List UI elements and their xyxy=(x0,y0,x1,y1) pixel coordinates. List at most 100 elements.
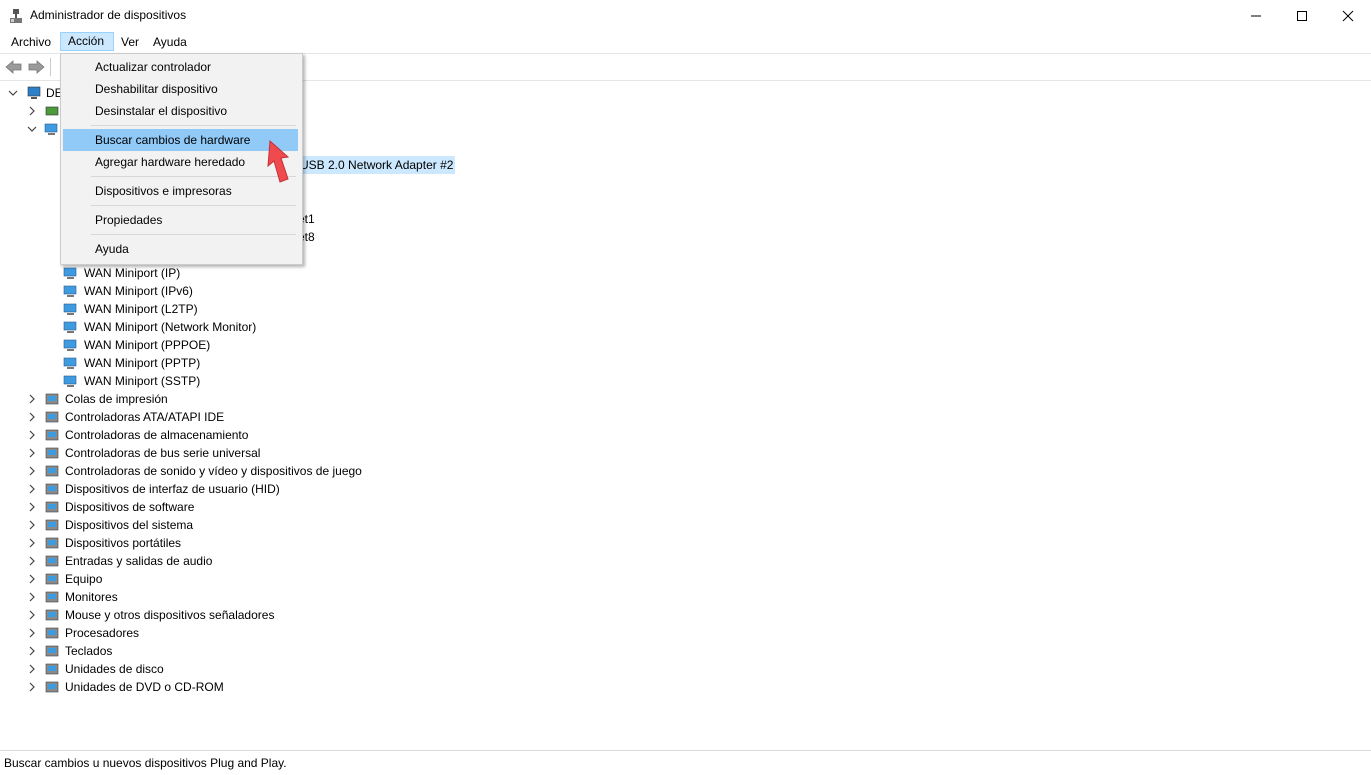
network-adapter-icon xyxy=(63,357,77,369)
tree-row-label: Mouse y otros dispositivos señaladores xyxy=(65,608,275,622)
chevron-right-icon[interactable] xyxy=(27,682,37,692)
tree-row-label: Teclados xyxy=(65,644,113,658)
menu-separator xyxy=(91,234,296,235)
menu-archivo[interactable]: Archivo xyxy=(4,33,58,52)
keyboard-icon xyxy=(45,645,59,657)
chevron-right-icon[interactable] xyxy=(27,610,37,620)
tree-row-label: Dispositivos del sistema xyxy=(65,518,194,532)
tree-row-label: Monitores xyxy=(65,590,118,604)
chevron-right-icon[interactable] xyxy=(27,106,37,116)
chevron-down-icon[interactable] xyxy=(8,88,18,98)
menu-accion[interactable]: Acción xyxy=(60,32,114,51)
menu-ayuda[interactable]: Ayuda xyxy=(146,33,194,52)
tree-row-label: WAN Miniport (IPv6) xyxy=(84,284,193,298)
tree-row-label: Dispositivos de software xyxy=(65,500,195,514)
audio-io-icon xyxy=(45,555,59,567)
status-bar: Buscar cambios u nuevos dispositivos Plu… xyxy=(0,750,1371,775)
chevron-right-icon[interactable] xyxy=(27,412,37,422)
maximize-button[interactable] xyxy=(1279,0,1325,31)
network-adapter-icon xyxy=(63,339,77,351)
menu-item-update-driver[interactable]: Actualizar controlador xyxy=(63,56,298,78)
menu-ver[interactable]: Ver xyxy=(114,33,146,52)
selected-device-label: USB 2.0 Network Adapter #2 xyxy=(298,156,456,174)
printer-icon xyxy=(45,393,59,405)
network-adapter-icon xyxy=(44,123,58,135)
chevron-right-icon[interactable] xyxy=(27,664,37,674)
tree-row-label: Controladoras de almacenamiento xyxy=(65,428,249,442)
forward-arrow-icon[interactable] xyxy=(26,58,46,76)
tree-row-label: Dispositivos de interfaz de usuario (HID… xyxy=(65,482,280,496)
dvd-drive-icon xyxy=(45,681,59,693)
window-title: Administrador de dispositivos xyxy=(30,8,187,22)
tree-row-label: Controladoras ATA/ATAPI IDE xyxy=(65,410,225,424)
close-button[interactable] xyxy=(1325,0,1371,31)
tree-row-label: Procesadores xyxy=(65,626,140,640)
device-manager-icon xyxy=(10,9,22,23)
chevron-right-icon[interactable] xyxy=(27,628,37,638)
menu-bar: Archivo Acción Ver Ayuda xyxy=(0,31,1371,53)
back-arrow-icon[interactable] xyxy=(4,58,24,76)
chevron-right-icon[interactable] xyxy=(27,484,37,494)
chevron-right-icon[interactable] xyxy=(27,574,37,584)
speaker-icon xyxy=(45,465,59,477)
system-device-icon xyxy=(45,519,59,531)
chevron-right-icon[interactable] xyxy=(27,430,37,440)
tree-row-label: Unidades de disco xyxy=(65,662,164,676)
ide-controller-icon xyxy=(45,411,59,423)
tree-row-label: WAN Miniport (SSTP) xyxy=(84,374,201,388)
computer-icon xyxy=(27,86,41,99)
tree-row-label: WAN Miniport (Network Monitor) xyxy=(84,320,257,334)
minimize-icon xyxy=(1251,15,1261,16)
software-device-icon xyxy=(45,501,59,513)
network-adapter-icon xyxy=(63,303,77,315)
network-adapter-icon xyxy=(63,375,77,387)
close-icon xyxy=(1342,10,1354,21)
minimize-button[interactable] xyxy=(1233,0,1279,31)
title-bar: Administrador de dispositivos xyxy=(0,0,1371,31)
monitor-icon xyxy=(45,591,59,603)
chevron-right-icon[interactable] xyxy=(27,466,37,476)
chevron-right-icon[interactable] xyxy=(27,520,37,530)
tree-row-label: Unidades de DVD o CD-ROM xyxy=(65,680,224,694)
tree-row-label: Controladoras de bus serie universal xyxy=(65,446,261,460)
tree-row-label: Dispositivos portátiles xyxy=(65,536,182,550)
network-adapter-icon xyxy=(63,285,77,297)
chevron-right-icon[interactable] xyxy=(27,646,37,656)
menu-separator xyxy=(91,205,296,206)
chevron-right-icon[interactable] xyxy=(27,556,37,566)
chevron-right-icon[interactable] xyxy=(27,502,37,512)
chevron-right-icon[interactable] xyxy=(27,394,37,404)
disk-drive-icon xyxy=(45,663,59,675)
chevron-right-icon[interactable] xyxy=(27,448,37,458)
menu-item-properties[interactable]: Propiedades xyxy=(63,209,298,231)
hid-icon xyxy=(45,483,59,495)
chevron-down-icon[interactable] xyxy=(27,124,37,134)
storage-controller-icon xyxy=(45,429,59,441)
menu-item-help[interactable]: Ayuda xyxy=(63,238,298,260)
tree-row-label: Controladoras de sonido y vídeo y dispos… xyxy=(65,464,362,478)
mouse-icon xyxy=(45,609,59,621)
tree-row-label: Equipo xyxy=(65,572,103,586)
menu-item-uninstall-device[interactable]: Desinstalar el dispositivo xyxy=(63,100,298,122)
network-adapter-icon xyxy=(63,267,77,279)
tree-row-label: WAN Miniport (PPTP) xyxy=(84,356,201,370)
battery-icon xyxy=(45,106,59,116)
tree-row-label: Entradas y salidas de audio xyxy=(65,554,213,568)
tree-row-label: WAN Miniport (L2TP) xyxy=(84,302,198,316)
chevron-right-icon[interactable] xyxy=(27,592,37,602)
usb-icon xyxy=(45,447,59,459)
processor-icon xyxy=(45,627,59,639)
maximize-icon xyxy=(1297,10,1307,21)
tree-row-label: WAN Miniport (IP) xyxy=(84,266,181,280)
toolbar-separator xyxy=(50,58,51,76)
tree-row-label: Colas de impresión xyxy=(65,392,168,406)
portable-device-icon xyxy=(45,537,59,549)
menu-separator xyxy=(91,125,296,126)
computer-icon xyxy=(45,573,59,585)
menu-item-disable-device[interactable]: Deshabilitar dispositivo xyxy=(63,78,298,100)
pointer-arrow-icon xyxy=(267,139,290,183)
chevron-right-icon[interactable] xyxy=(27,538,37,548)
network-adapter-icon xyxy=(63,321,77,333)
status-text: Buscar cambios u nuevos dispositivos Plu… xyxy=(4,756,287,770)
tree-row-label: WAN Miniport (PPPOE) xyxy=(84,338,211,352)
